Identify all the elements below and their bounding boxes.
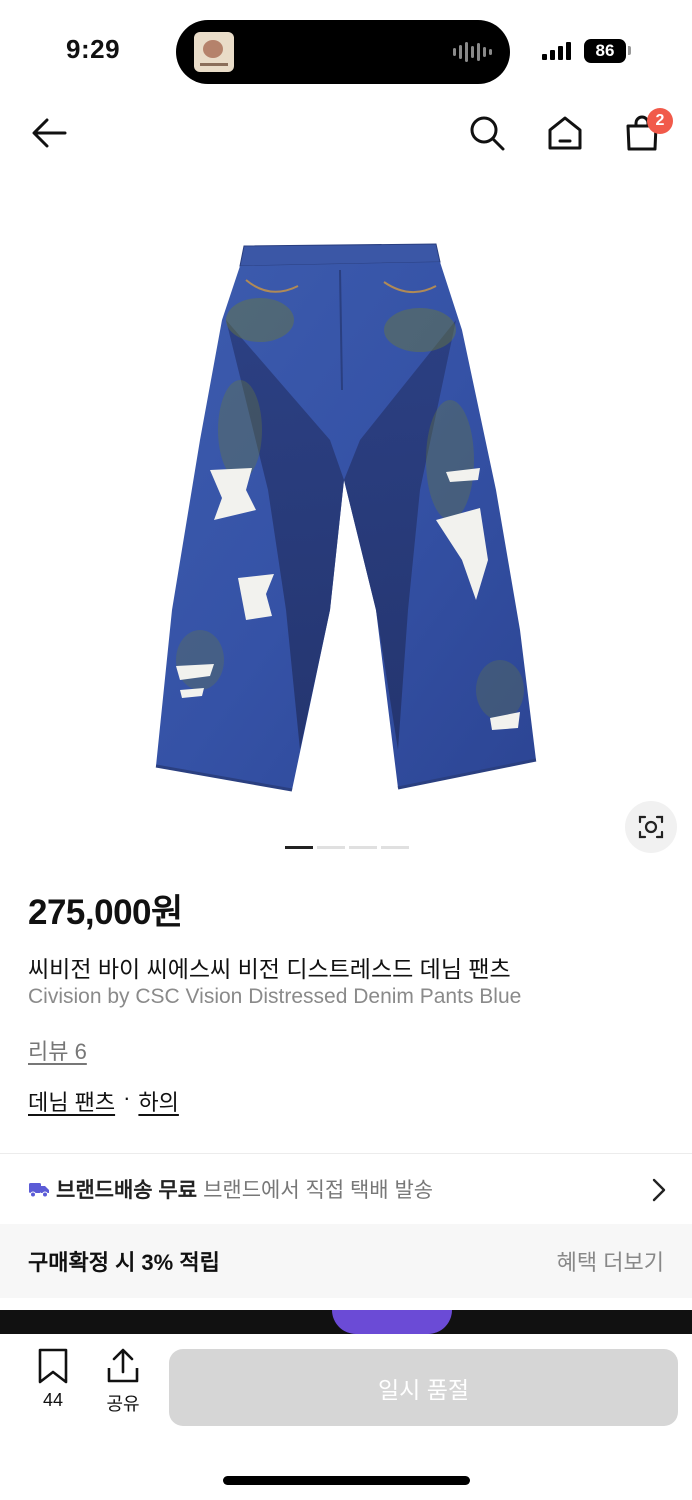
category-separator: · <box>123 1085 131 1110</box>
product-price: 275,000원 <box>28 893 183 932</box>
chevron-right-icon <box>652 1178 666 1202</box>
share-label: 공유 <box>106 1394 140 1414</box>
cart-count-badge: 2 <box>647 108 673 134</box>
carousel-dot-active <box>285 846 313 849</box>
search-button[interactable] <box>465 111 509 155</box>
benefits-more-link[interactable]: 혜택 더보기 <box>557 1245 664 1277</box>
status-bar: 9:29 86 <box>0 0 692 100</box>
cellular-signal-icon <box>542 42 571 60</box>
shipping-title: 브랜드배송 무료 <box>56 1179 198 1202</box>
audio-waveform-icon <box>453 42 492 62</box>
back-button[interactable] <box>27 111 71 155</box>
battery-tip <box>628 46 631 55</box>
delivery-truck-icon <box>29 1183 49 1198</box>
carousel-indicator <box>285 846 409 849</box>
carousel-dot <box>317 846 345 849</box>
points-text: 구매확정 시 3% 적립 <box>28 1250 220 1275</box>
home-button[interactable] <box>543 111 587 155</box>
category-breadcrumb: 데님 팬츠 · 하의 <box>28 1085 179 1117</box>
dynamic-island[interactable] <box>176 20 510 84</box>
product-name-korean: 씨비전 바이 씨에스씨 비전 디스트레스드 데님 팬츠 <box>28 956 511 982</box>
bookmark-icon <box>38 1348 68 1384</box>
shipping-description: 브랜드에서 직접 택배 발송 <box>203 1179 434 1202</box>
wishlist-count: 44 <box>42 1390 64 1410</box>
camera-scan-icon <box>638 815 664 839</box>
search-icon <box>470 116 505 151</box>
points-benefit-row[interactable]: 구매확정 시 3% 적립 혜택 더보기 <box>0 1224 692 1298</box>
review-link[interactable]: 리뷰 6 <box>28 1034 87 1066</box>
promo-banner-edge <box>0 1310 692 1334</box>
sold-out-button[interactable]: 일시 품절 <box>169 1349 678 1426</box>
home-icon <box>548 116 582 150</box>
visual-search-button[interactable] <box>625 801 677 853</box>
share-button[interactable]: 공유 <box>100 1348 146 1416</box>
top-nav <box>0 100 692 170</box>
carousel-dot <box>349 846 377 849</box>
product-name-english: Civision by CSC Vision Distressed Denim … <box>28 985 522 1008</box>
category-link-denim-pants[interactable]: 데님 팬츠 <box>28 1085 115 1117</box>
wishlist-button[interactable]: 44 <box>30 1348 76 1411</box>
category-link-bottoms[interactable]: 하의 <box>138 1085 178 1117</box>
battery-indicator: 86 <box>584 39 626 63</box>
denim-pants-photo <box>155 243 537 792</box>
carousel-dot <box>381 846 409 849</box>
share-icon <box>107 1348 139 1383</box>
bottom-action-bar: 44 공유 일시 품절 <box>0 1334 692 1500</box>
shipping-info-row[interactable]: 브랜드배송 무료 브랜드에서 직접 택배 발송 <box>0 1154 692 1224</box>
product-image-carousel[interactable] <box>0 190 692 830</box>
status-time: 9:29 <box>66 34 121 64</box>
home-indicator[interactable] <box>223 1476 470 1485</box>
arrow-left-icon <box>32 118 67 148</box>
now-playing-artwork <box>194 32 234 72</box>
